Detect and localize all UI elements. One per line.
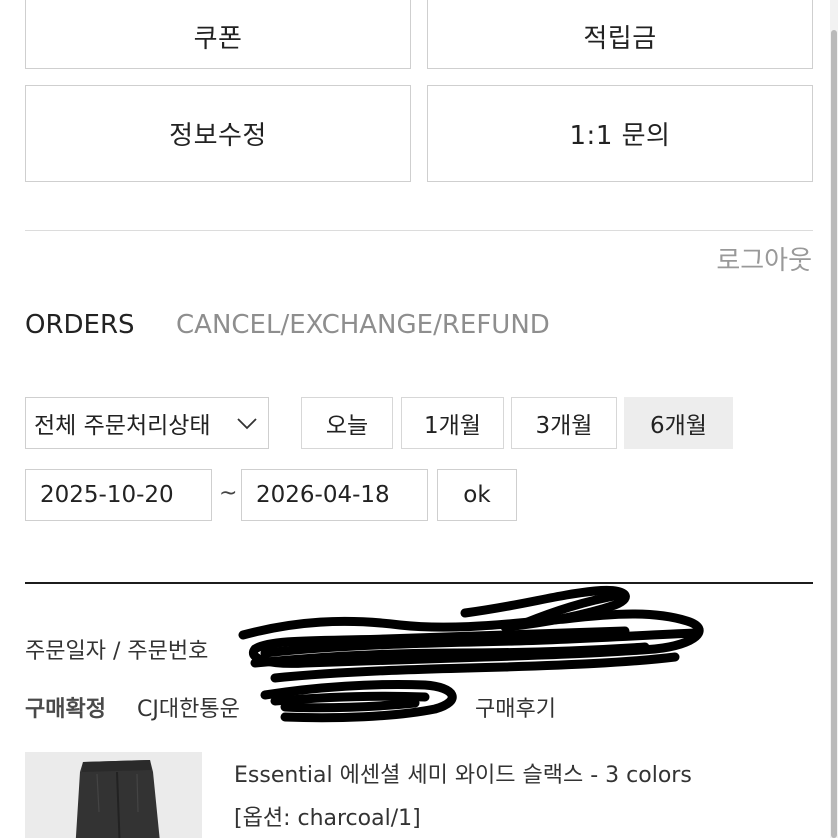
- points-button[interactable]: 적립금: [427, 0, 813, 69]
- scrollbar-track[interactable]: [830, 0, 838, 838]
- product-image: [25, 752, 202, 838]
- scrollbar-thumb[interactable]: [831, 30, 837, 838]
- date-search-button[interactable]: ok: [437, 469, 517, 521]
- product-thumbnail[interactable]: [25, 752, 202, 838]
- date-from-input[interactable]: [25, 469, 212, 521]
- edit-info-button[interactable]: 정보수정: [25, 85, 411, 182]
- tab-cancel-exchange-refund[interactable]: CANCEL/EXCHANGE/REFUND: [176, 310, 550, 340]
- tab-orders[interactable]: ORDERS: [25, 310, 135, 340]
- chevron-down-icon: [237, 418, 257, 430]
- coupon-button[interactable]: 쿠폰: [25, 0, 411, 69]
- order-status: 구매확정: [25, 697, 106, 722]
- product-option: [옵션: charcoal/1]: [234, 806, 421, 831]
- period-6-months-button[interactable]: 6개월: [624, 397, 733, 449]
- period-today-button[interactable]: 오늘: [301, 397, 393, 449]
- period-1-month-button[interactable]: 1개월: [401, 397, 504, 449]
- inquiry-button[interactable]: 1:1 문의: [427, 85, 813, 182]
- period-3-months-button[interactable]: 3개월: [511, 397, 617, 449]
- product-title-link[interactable]: Essential 에센셜 세미 와이드 슬랙스 - 3 colors: [234, 757, 692, 789]
- order-date-number-label: 주문일자 / 주문번호: [25, 639, 209, 664]
- order-status-select[interactable]: 전체 주문처리상태: [25, 397, 269, 449]
- section-divider: [25, 230, 813, 231]
- logout-link[interactable]: 로그아웃: [716, 240, 812, 277]
- order-status-select-value: 전체 주문처리상태: [34, 413, 211, 439]
- redaction-scribble: [238, 585, 704, 723]
- date-range-separator: ~: [219, 481, 238, 506]
- date-to-input[interactable]: [241, 469, 428, 521]
